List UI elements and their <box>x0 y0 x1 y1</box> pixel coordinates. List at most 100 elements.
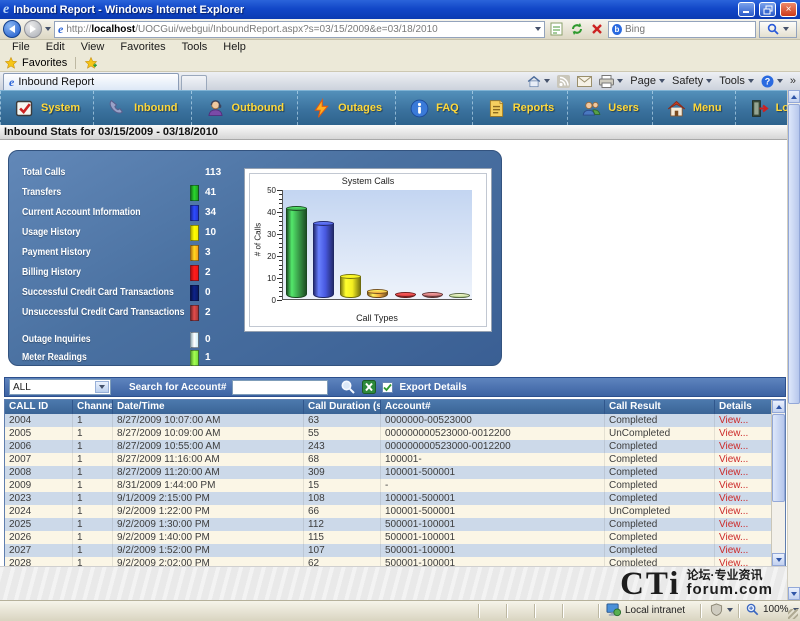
scrollbar-thumb[interactable] <box>772 414 785 502</box>
chart-bar-top <box>395 292 416 297</box>
details-view-link[interactable]: View... <box>719 428 748 439</box>
address-bar: e http://localhost/UOCGui/webgui/Inbound… <box>0 19 800 40</box>
details-view-link[interactable]: View... <box>719 519 748 530</box>
divider <box>75 57 76 69</box>
details-view-link[interactable]: View... <box>719 467 748 478</box>
column-header-details[interactable]: Details <box>715 400 773 414</box>
menu-item-tools[interactable]: Tools <box>174 40 216 55</box>
nav-item-outbound[interactable]: Outbound <box>192 91 299 125</box>
details-view-link[interactable]: View... <box>719 493 748 504</box>
read-mail-button[interactable] <box>577 76 592 87</box>
back-button[interactable] <box>3 20 21 38</box>
recent-pages-dropdown-icon[interactable] <box>45 27 51 31</box>
details-view-link[interactable]: View... <box>719 545 748 556</box>
forward-button[interactable] <box>24 20 42 38</box>
nav-item-label: Menu <box>693 102 722 114</box>
cell: 115 <box>304 531 381 544</box>
cell: 1 <box>73 492 113 505</box>
address-dropdown-icon[interactable] <box>535 27 541 31</box>
nav-item-inbound[interactable]: Inbound <box>94 91 191 125</box>
refresh-icon[interactable] <box>568 21 585 38</box>
scroll-down-icon[interactable] <box>788 587 800 600</box>
nav-item-outages[interactable]: Outages <box>298 91 396 125</box>
web-search-box[interactable]: b <box>608 21 756 38</box>
chart-bar <box>286 208 307 298</box>
tab-inbound-report[interactable]: e Inbound Report <box>3 73 179 90</box>
scroll-down-icon[interactable] <box>772 553 785 566</box>
filter-dropdown[interactable]: ALL <box>9 379 111 395</box>
details-view-link[interactable]: View... <box>719 441 748 452</box>
compatibility-view-icon[interactable] <box>548 21 565 38</box>
menu-item-favorites[interactable]: Favorites <box>112 40 173 55</box>
chart-bar <box>422 294 443 298</box>
column-header-call-id[interactable]: CALL ID <box>5 400 73 414</box>
stat-label: Outage Inquiries <box>22 334 91 345</box>
print-button[interactable] <box>599 75 623 88</box>
table-scrollbar[interactable] <box>771 400 785 566</box>
details-view-link[interactable]: View... <box>719 506 748 517</box>
y-tick-label: 50 <box>256 186 276 195</box>
scroll-up-icon[interactable] <box>772 400 785 413</box>
details-view-link[interactable]: View... <box>719 480 748 491</box>
nav-item-users[interactable]: Users <box>568 91 653 125</box>
stat-label: Transfers <box>22 187 61 198</box>
tab-title: Inbound Report <box>18 76 94 88</box>
safety-menu[interactable]: Safety <box>672 75 712 87</box>
cell: 1 <box>73 479 113 492</box>
column-header-date-time[interactable]: Date/Time <box>113 400 304 414</box>
help-button[interactable]: ? <box>761 75 783 88</box>
nav-item-system[interactable]: System <box>0 91 94 125</box>
column-header-call-result[interactable]: Call Result <box>605 400 715 414</box>
column-header-account-[interactable]: Account# <box>381 400 605 414</box>
scrollbar-thumb[interactable] <box>788 104 800 404</box>
scroll-up-icon[interactable] <box>788 90 800 103</box>
system-calls-chart: System Calls # of Calls Call Types 01020… <box>244 168 492 332</box>
details-view-link[interactable]: View... <box>719 454 748 465</box>
details-view-link[interactable]: View... <box>719 532 748 543</box>
account-search-input[interactable] <box>232 380 328 395</box>
cell: 2007 <box>5 453 73 466</box>
menu-item-help[interactable]: Help <box>215 40 254 55</box>
web-search-input[interactable] <box>625 24 752 35</box>
column-header-channel[interactable]: Channel <box>73 400 113 414</box>
cell-details: View... <box>715 492 773 505</box>
feeds-button[interactable] <box>557 75 570 88</box>
report-header-text: Inbound Stats for 03/15/2009 - 03/18/201… <box>4 126 218 138</box>
column-header-call-duration-sec-[interactable]: Call Duration (sec) <box>304 400 381 414</box>
page-menu[interactable]: Page <box>630 75 665 87</box>
new-tab-button[interactable] <box>181 75 207 90</box>
restore-button[interactable] <box>759 2 776 17</box>
phone-icon <box>107 98 128 119</box>
menu-item-view[interactable]: View <box>73 40 113 55</box>
search-go-button[interactable] <box>759 21 797 38</box>
operator-icon <box>205 98 226 119</box>
add-favorite-icon[interactable] <box>84 56 98 70</box>
cell: Completed <box>605 492 715 505</box>
tools-menu[interactable]: Tools <box>719 75 754 87</box>
close-button[interactable]: × <box>780 2 797 17</box>
stop-icon[interactable] <box>588 21 605 38</box>
menu-item-edit[interactable]: Edit <box>38 40 73 55</box>
excel-export-icon[interactable] <box>362 380 376 394</box>
menu-item-file[interactable]: File <box>4 40 38 55</box>
nav-item-menu[interactable]: Menu <box>653 91 736 125</box>
cell: Completed <box>605 440 715 453</box>
protected-mode-button[interactable] <box>710 603 733 616</box>
nav-item-faq[interactable]: FAQ <box>396 91 473 125</box>
y-minor-tick <box>279 216 282 217</box>
search-magnifier-icon[interactable] <box>340 379 356 395</box>
browser-scrollbar[interactable] <box>787 90 800 600</box>
cell: Completed <box>605 479 715 492</box>
favorites-button[interactable]: Favorites <box>22 57 67 69</box>
search-magnifier-icon <box>767 23 779 35</box>
export-details-checkbox[interactable] <box>382 382 393 393</box>
nav-item-reports[interactable]: Reports <box>473 91 569 125</box>
home-button[interactable] <box>527 75 550 88</box>
toolbar-overflow-button[interactable]: » <box>790 75 796 87</box>
resize-grip[interactable] <box>788 609 798 619</box>
details-view-link[interactable]: View... <box>719 415 748 426</box>
chart-bar <box>395 294 416 298</box>
address-field[interactable]: e http://localhost/UOCGui/webgui/Inbound… <box>54 21 545 38</box>
minimize-button[interactable] <box>738 2 755 17</box>
y-minor-tick <box>279 238 282 239</box>
